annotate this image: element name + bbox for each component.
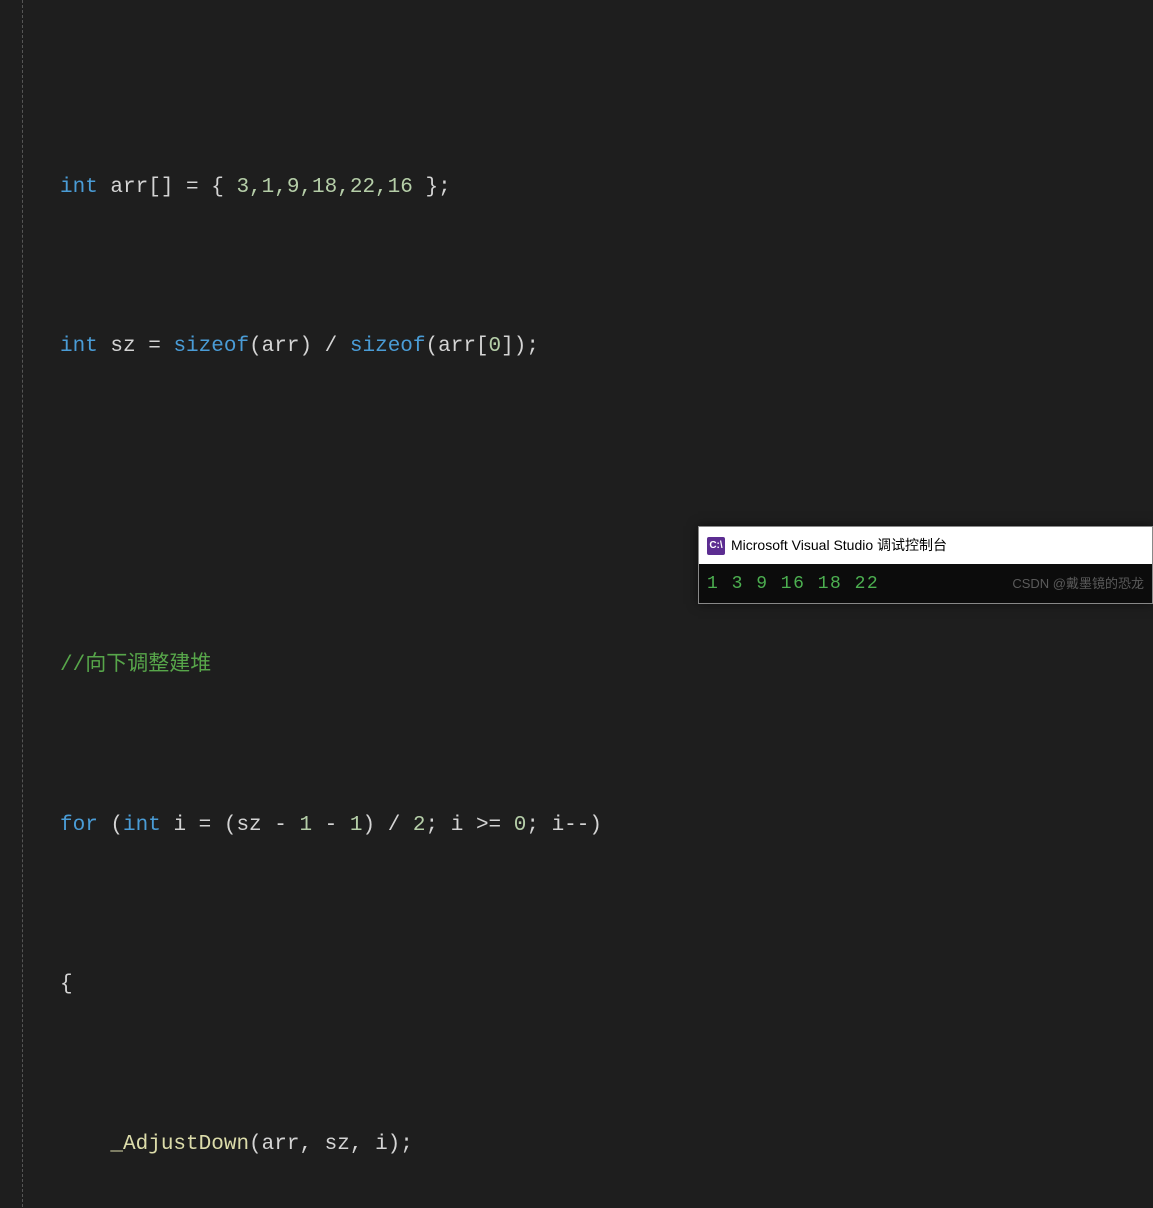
code-editor[interactable]: int arr[] = { 3,1,9,18,22,16 }; int sz =… xyxy=(0,0,1153,1208)
keyword: int xyxy=(60,176,98,199)
watermark: CSDN @戴墨镜的恐龙 xyxy=(1012,572,1144,597)
console-title: Microsoft Visual Studio 调试控制台 xyxy=(731,532,947,559)
code-line: { xyxy=(0,965,1153,1005)
console-output: 1 3 9 16 18 22 xyxy=(707,567,879,601)
code-line-empty xyxy=(0,487,1153,527)
console-titlebar[interactable]: C:\ Microsoft Visual Studio 调试控制台 xyxy=(699,527,1152,564)
code-line: for (int i = (sz - 1 - 1) / 2; i >= 0; i… xyxy=(0,806,1153,846)
code-line: _AdjustDown(arr, sz, i); xyxy=(0,1125,1153,1165)
console-body: 1 3 9 16 18 22 CSDN @戴墨镜的恐龙 xyxy=(699,564,1152,603)
vs-icon: C:\ xyxy=(707,537,725,555)
code-line: int arr[] = { 3,1,9,18,22,16 }; xyxy=(0,168,1153,208)
code-line: int sz = sizeof(arr) / sizeof(arr[0]); xyxy=(0,327,1153,367)
comment: //向下调整建堆 xyxy=(60,654,211,677)
code-line: //向下调整建堆 xyxy=(0,646,1153,686)
debug-console-window[interactable]: C:\ Microsoft Visual Studio 调试控制台 1 3 9 … xyxy=(698,526,1153,604)
